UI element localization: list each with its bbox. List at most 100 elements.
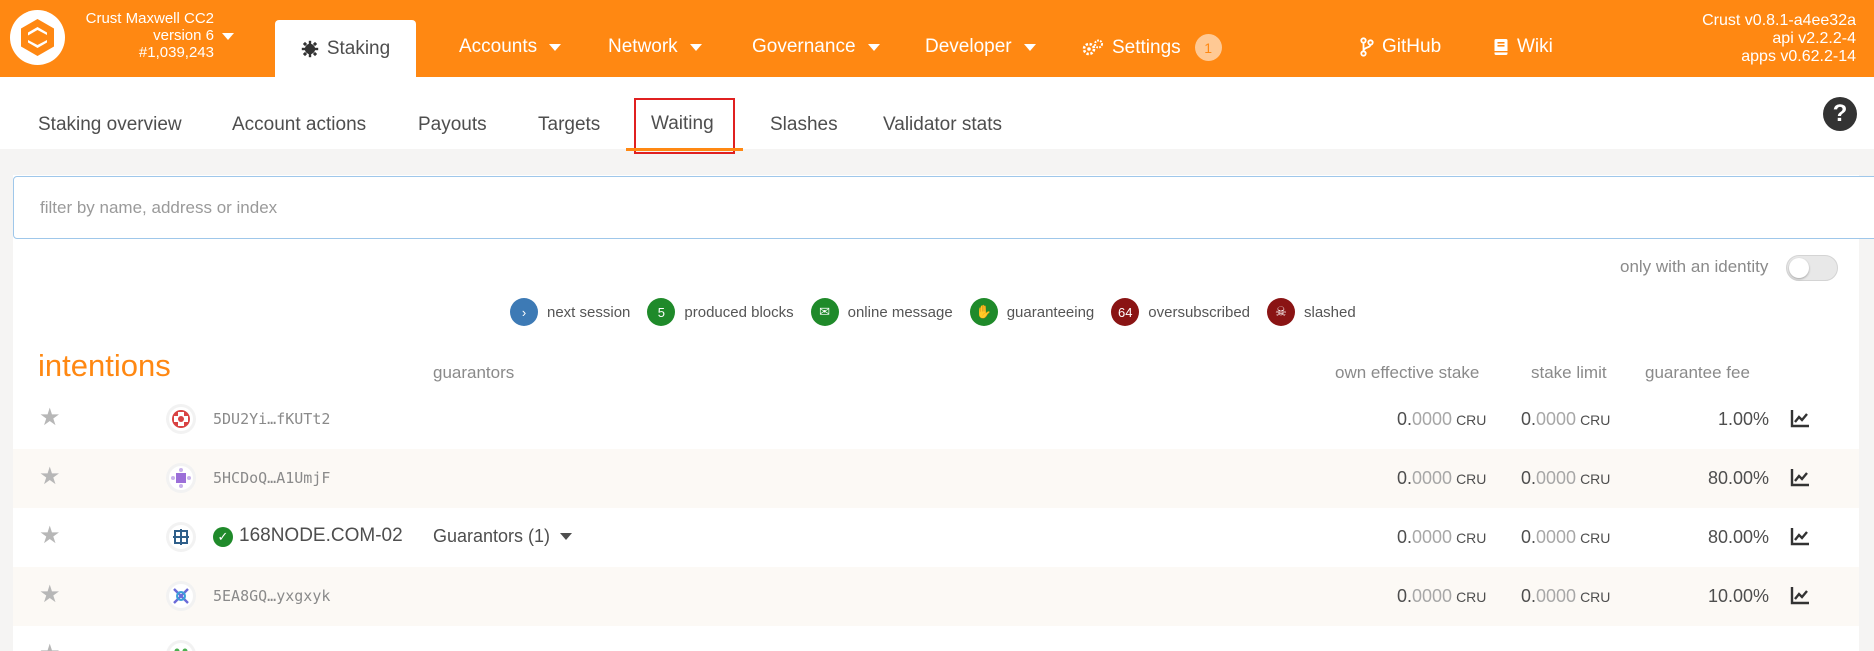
filter-input[interactable] — [13, 176, 1874, 239]
validator-address[interactable]: 5DU2Yi…fKUTt2 — [213, 410, 330, 428]
identity-toggle[interactable] — [1786, 255, 1838, 281]
col-guarantee-fee[interactable]: guarantee fee — [1645, 363, 1750, 383]
avatar[interactable] — [166, 581, 196, 611]
tab-targets[interactable]: Targets — [538, 114, 600, 136]
guarantors-dropdown[interactable]: Guarantors (1) — [433, 526, 573, 547]
amount-int: 0. — [1397, 409, 1413, 429]
amount-int: 0. — [1397, 586, 1413, 606]
chevron-down-icon[interactable] — [222, 33, 234, 40]
validator-address[interactable]: 5EA8GQ…yxgxyk — [213, 587, 330, 605]
tab-slashes[interactable]: Slashes — [770, 114, 838, 136]
amount-frac: 0000 — [1412, 409, 1453, 429]
avatar[interactable] — [166, 463, 196, 493]
guarantee-fee: 80.00% — [1707, 527, 1769, 547]
nav-staking-label: Staking — [326, 37, 391, 59]
star-icon[interactable]: ★ — [39, 524, 61, 548]
chart-line-icon[interactable] — [1789, 584, 1811, 606]
chain-name: Crust Maxwell CC2 — [85, 10, 214, 27]
nav-wiki[interactable]: Wiki — [1493, 36, 1553, 58]
own-stake: 0.0000 CRU — [1397, 468, 1486, 489]
amount-unit: CRU — [1456, 471, 1487, 487]
table-row: ★ — [13, 626, 1859, 651]
tab-account-actions[interactable]: Account actions — [232, 114, 366, 136]
amount-unit: CRU — [1580, 530, 1611, 546]
stake-limit: 0.0000 CRU — [1521, 586, 1610, 607]
nav-network-label: Network — [608, 36, 678, 57]
legend-slashed: ☠ slashed — [1267, 298, 1356, 326]
star-icon[interactable]: ★ — [39, 583, 61, 607]
amount-int: 0. — [1521, 409, 1537, 429]
toggle-knob — [1789, 258, 1809, 278]
nav-developer[interactable]: Developer — [925, 36, 1036, 58]
tab-staking-overview[interactable]: Staking overview — [38, 114, 182, 136]
avatar[interactable] — [166, 640, 196, 651]
envelope-icon: ✉ — [810, 298, 839, 326]
chain-selector[interactable]: Crust Maxwell CC2 version 6 #1,039,243 — [64, 10, 214, 61]
validator-name[interactable]: 168NODE.COM-02 — [239, 525, 403, 547]
identicon-icon — [169, 407, 193, 431]
version-info: Crust v0.8.1-a4ee32a api v2.2.2-4 apps v… — [1702, 12, 1856, 66]
chevron-down-icon — [560, 533, 573, 540]
crust-logo[interactable] — [10, 10, 65, 65]
nav-github[interactable]: GitHub — [1360, 36, 1441, 58]
skull-icon: ☠ — [1267, 298, 1295, 326]
star-icon[interactable]: ★ — [39, 642, 61, 651]
col-guarantors: guarantors — [433, 363, 515, 382]
amount-unit: CRU — [1456, 589, 1487, 605]
guarantee-fee: 80.00% — [1707, 468, 1769, 488]
col-stake-limit[interactable]: stake limit — [1531, 363, 1607, 383]
tab-validator-stats[interactable]: Validator stats — [883, 114, 1002, 136]
nav-settings-label: Settings — [1112, 36, 1181, 58]
nav-github-label: GitHub — [1382, 36, 1442, 57]
nav-staking[interactable]: Staking — [275, 20, 416, 77]
avatar[interactable] — [166, 404, 196, 434]
nav-settings[interactable]: Settings 1 — [1082, 34, 1222, 61]
identicon-icon — [169, 643, 193, 651]
star-icon[interactable]: ★ — [39, 406, 61, 430]
identicon-icon — [169, 584, 193, 608]
amount-int: 0. — [1397, 527, 1413, 547]
own-stake: 0.0000 CRU — [1397, 409, 1486, 430]
tab-payouts[interactable]: Payouts — [418, 114, 487, 136]
legend-online-message: ✉ online message — [810, 298, 953, 326]
legend-label: oversubscribed — [1148, 303, 1250, 321]
star-icon[interactable]: ★ — [39, 465, 61, 489]
avatar[interactable] — [166, 522, 196, 552]
amount-frac: 0000 — [1536, 527, 1577, 547]
nav-accounts[interactable]: Accounts — [459, 36, 562, 58]
amount-int: 0. — [1397, 468, 1413, 488]
chevron-down-icon — [549, 43, 562, 51]
identicon-icon — [169, 466, 193, 490]
legend-label: online message — [847, 303, 953, 321]
nav-developer-label: Developer — [925, 36, 1012, 57]
tab-waiting[interactable]: Waiting — [634, 98, 735, 154]
code-branch-icon — [1360, 37, 1374, 57]
stake-limit: 0.0000 CRU — [1521, 409, 1610, 430]
col-own-stake[interactable]: own effective stake — [1335, 363, 1479, 383]
blocks-count-badge: 5 — [647, 298, 676, 326]
api-version: api v2.2.2-4 — [1772, 30, 1856, 47]
stake-limit: 0.0000 CRU — [1521, 527, 1610, 548]
chevron-down-icon — [1023, 43, 1036, 51]
chart-line-icon[interactable] — [1789, 407, 1811, 429]
chart-line-icon[interactable] — [1789, 525, 1811, 547]
amount-int: 0. — [1521, 527, 1537, 547]
nav-governance[interactable]: Governance — [752, 36, 880, 58]
legend: › next session 5 produced blocks ✉ onlin… — [510, 298, 1373, 326]
table-row: ★ 5HCDoQ…A1UmjF 0.0000 CRU 0.0000 CRU 80.0… — [13, 449, 1859, 508]
stake-limit: 0.0000 CRU — [1521, 468, 1610, 489]
legend-label: next session — [547, 303, 631, 321]
chart-line-icon[interactable] — [1789, 466, 1811, 488]
amount-int: 0. — [1521, 468, 1537, 488]
chain-version: version 6 — [153, 27, 214, 44]
cogs-icon — [1082, 39, 1103, 55]
own-stake: 0.0000 CRU — [1397, 527, 1486, 548]
crust-logo-icon — [21, 19, 54, 56]
intentions-title: intentions — [38, 348, 171, 383]
help-icon[interactable]: ? — [1823, 97, 1857, 131]
legend-label: slashed — [1304, 303, 1356, 321]
gear-icon — [301, 40, 319, 57]
nav-network[interactable]: Network — [608, 36, 702, 58]
validator-address[interactable]: 5HCDoQ…A1UmjF — [213, 469, 330, 487]
amount-unit: CRU — [1580, 412, 1611, 428]
